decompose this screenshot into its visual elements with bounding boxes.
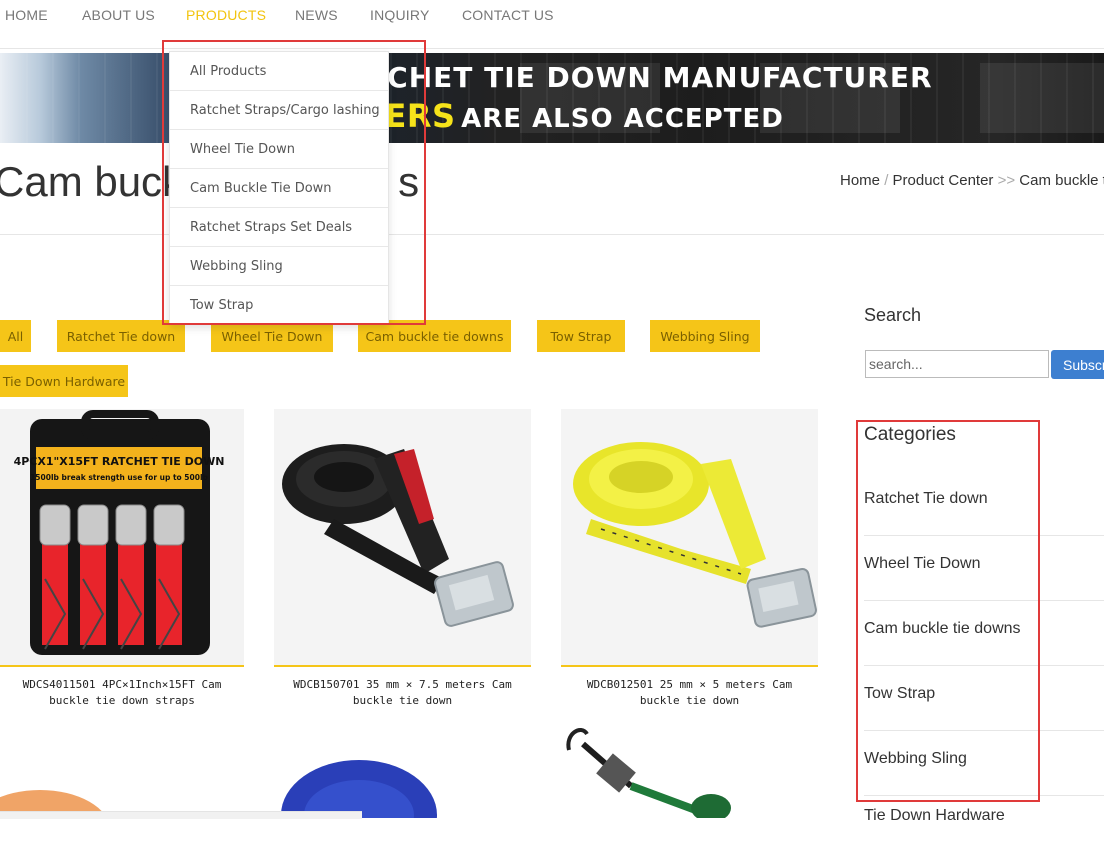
product-card[interactable]: 4PCX1"X15FT RATCHET TIE DOWN 1500lb brea… (0, 409, 244, 667)
product-caption[interactable]: WDCB012501 25 mm × 5 meters Cam buckle t… (561, 677, 818, 709)
package-label-2: 1500lb break strength use for up to 500l… (30, 473, 208, 482)
breadcrumb-home[interactable]: Home (840, 172, 880, 189)
category-label: Tie Down Hardware (864, 807, 1005, 824)
orange-strap-image (0, 720, 244, 818)
breadcrumb-separator: / (884, 172, 889, 189)
category-label: Wheel Tie Down (864, 555, 981, 572)
product-caption-line: WDCS4011501 4PC×1Inch×15FT Cam (22, 678, 222, 691)
product-card[interactable] (274, 409, 531, 667)
dropdown-item-wheel-tie-down[interactable]: Wheel Tie Down (170, 130, 388, 169)
filter-ratchet-tie-down[interactable]: Ratchet Tie down (57, 320, 185, 352)
product-image[interactable] (561, 409, 818, 665)
category-label: Ratchet Tie down (864, 490, 988, 507)
product-caption[interactable]: WDCB150701 35 mm × 7.5 meters Cam buckle… (274, 677, 531, 709)
dropdown-item-set-deals[interactable]: Ratchet Straps Set Deals (170, 208, 388, 247)
breadcrumb-separator: >> (997, 172, 1016, 189)
product-card[interactable] (561, 409, 818, 667)
green-ratchet-strap-image (561, 720, 818, 818)
category-wheel-tie-down[interactable]: Wheel Tie Down (864, 535, 1104, 601)
nav-products[interactable]: PRODUCTS (186, 7, 266, 23)
nav-home[interactable]: HOME (5, 7, 48, 23)
product-caption-line: WDCB150701 35 mm × 7.5 meters Cam (293, 678, 512, 691)
subscribe-button[interactable]: Subscri (1051, 350, 1104, 379)
product-caption[interactable]: WDCS4011501 4PC×1Inch×15FT Cam buckle ti… (0, 677, 244, 709)
product-caption-line: WDCB012501 25 mm × 5 meters Cam (586, 678, 793, 691)
black-cam-buckle-strap-image (274, 409, 531, 665)
yellow-cam-buckle-strap-image (561, 409, 818, 665)
nav-inquiry[interactable]: INQUIRY (370, 7, 430, 23)
product-caption-line: buckle tie down straps (49, 694, 195, 707)
ratchet-set-package-image: 4PCX1"X15FT RATCHET TIE DOWN 1500lb brea… (0, 409, 244, 665)
product-image[interactable] (274, 409, 531, 665)
search-heading: Search (864, 305, 922, 325)
dropdown-item-ratchet-straps[interactable]: Ratchet Straps/Cargo lashing (170, 91, 388, 130)
categories-heading: Categories (864, 424, 956, 445)
product-underline (0, 665, 244, 667)
category-ratchet-tie-down[interactable]: Ratchet Tie down (864, 470, 1104, 536)
search-input[interactable] (865, 350, 1049, 378)
filter-tie-down-hardware[interactable]: Tie Down Hardware (0, 365, 128, 397)
filter-all[interactable]: All (0, 320, 31, 352)
dropdown-item-cam-buckle[interactable]: Cam Buckle Tie Down (170, 169, 388, 208)
dropdown-item-tow-strap[interactable]: Tow Strap (170, 286, 388, 324)
category-cam-buckle[interactable]: Cam buckle tie downs (864, 600, 1104, 666)
package-label-1: 4PCX1"X15FT RATCHET TIE DOWN (14, 455, 225, 468)
product-card-partial[interactable] (561, 720, 818, 818)
category-label: Tow Strap (864, 685, 936, 702)
filter-tow-strap[interactable]: Tow Strap (537, 320, 625, 352)
breadcrumb-product-center[interactable]: Product Center (893, 172, 994, 189)
top-nav: HOME ABOUT US PRODUCTS NEWS INQUIRY CONT… (0, 0, 1104, 49)
dropdown-item-all-products[interactable]: All Products (170, 52, 388, 91)
blue-webbing-image (274, 720, 531, 818)
category-tow-strap[interactable]: Tow Strap (864, 665, 1104, 731)
banner-subheadline-rest: ARE ALSO ACCEPTED (461, 104, 784, 134)
product-card-partial[interactable] (0, 720, 244, 818)
product-image[interactable]: 4PCX1"X15FT RATCHET TIE DOWN 1500lb brea… (0, 409, 244, 665)
product-card-partial[interactable] (274, 720, 531, 818)
nav-about-us[interactable]: ABOUT US (82, 7, 155, 23)
breadcrumb-current: Cam buckle tie (1019, 172, 1104, 189)
category-tie-down-hardware[interactable]: Tie Down Hardware (864, 787, 1104, 852)
dropdown-item-webbing-sling[interactable]: Webbing Sling (170, 247, 388, 286)
filter-webbing-sling[interactable]: Webbing Sling (650, 320, 760, 352)
product-caption-line: buckle tie down (639, 694, 740, 707)
page-title-left: Cam buck (0, 158, 184, 205)
product-underline (274, 665, 531, 667)
category-label: Webbing Sling (864, 750, 967, 767)
product-caption-line: buckle tie down (352, 694, 453, 707)
page-title-right: s (398, 158, 420, 205)
product-underline (561, 665, 818, 667)
nav-contact-us[interactable]: CONTACT US (462, 7, 554, 23)
hero-banner: SSIONAL RATCHET TIE DOWN MANUFACTURER SM… (0, 53, 1104, 143)
nav-news[interactable]: NEWS (295, 7, 338, 23)
category-label: Cam buckle tie downs (864, 620, 1021, 637)
divider (0, 234, 1104, 235)
products-dropdown-menu: All Products Ratchet Straps/Cargo lashin… (169, 51, 389, 325)
breadcrumb: Home / Product Center >> Cam buckle tie (840, 172, 1104, 189)
